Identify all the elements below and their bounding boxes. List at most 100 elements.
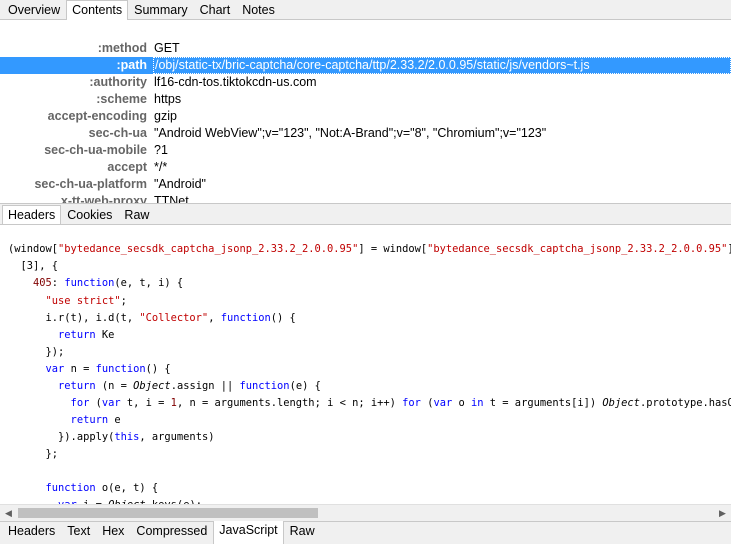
code-token: });: [8, 346, 65, 358]
header-name: :scheme: [96, 92, 147, 106]
code-token: (n =: [95, 380, 134, 392]
tab-overview[interactable]: Overview: [2, 0, 66, 19]
header-value: https: [154, 92, 182, 106]
scrollbar-thumb[interactable]: [18, 508, 318, 518]
header-value: GET: [154, 41, 180, 55]
code-token: this: [114, 431, 140, 443]
header-name: :path: [116, 58, 147, 72]
code-token: var: [101, 397, 121, 409]
header-row[interactable]: sec-ch-ua "Android WebView";v="123", "Not…: [0, 125, 731, 142]
code-token: ] = window[: [358, 243, 428, 255]
code-line: "use strict";: [8, 293, 127, 310]
javascript-code-view[interactable]: (window["bytedance_secsdk_captcha_jsonp_…: [0, 224, 731, 505]
code-token: Ke: [95, 329, 115, 341]
header-name: :authority: [89, 75, 147, 89]
code-token: function: [239, 380, 290, 392]
header-name: x-tt-web-proxy: [60, 194, 147, 203]
response-tab-javascript[interactable]: JavaScript: [213, 521, 284, 544]
code-token: "use strict": [8, 295, 121, 307]
tab-contents[interactable]: Contents: [66, 0, 129, 20]
header-row[interactable]: sec-ch-ua-platform "Android": [0, 176, 731, 193]
tab-chart[interactable]: Chart: [194, 0, 237, 19]
code-token: o: [452, 397, 472, 409]
code-line: return e: [8, 412, 121, 429]
request-tab-raw[interactable]: Raw: [118, 205, 155, 224]
code-line: return Ke: [8, 327, 114, 344]
code-token: "bytedance_secsdk_captcha_jsonp_2.33.2_2…: [58, 243, 359, 255]
code-token: ,: [208, 312, 221, 324]
code-line: });: [8, 344, 65, 361]
code-line: return (n = Object.assign || function(e)…: [8, 378, 321, 395]
code-line: };: [8, 446, 59, 463]
header-row[interactable]: :authority lf16-cdn-tos.tiktokcdn-us.com: [0, 74, 731, 91]
code-token: Object: [602, 397, 640, 409]
request-headers-list[interactable]: :method GET :path/obj/static-tx/bric-captc…: [0, 39, 731, 203]
horizontal-scrollbar[interactable]: ◀ ▶: [0, 504, 731, 521]
request-tab-headers[interactable]: Headers: [2, 205, 62, 225]
response-tab-headers[interactable]: Headers: [2, 522, 61, 543]
tab-summary[interactable]: Summary: [128, 0, 193, 19]
code-token: e: [108, 414, 121, 426]
code-token: "Collector": [139, 312, 209, 324]
header-value: TTNet: [154, 194, 189, 203]
code-token: (: [420, 397, 434, 409]
request-view-tab-bar: Headers Cookies Raw: [0, 203, 731, 225]
code-line: }).apply(this, arguments): [8, 429, 214, 446]
code-token: for: [8, 397, 90, 409]
code-token: , arguments): [139, 431, 215, 443]
code-token: "bytedance_secsdk_captcha_jsonp_2.33.2_2…: [427, 243, 728, 255]
header-value: */*: [154, 160, 168, 174]
header-row[interactable]: sec-ch-ua-mobile ?1: [0, 142, 731, 159]
code-token: ;: [120, 295, 127, 307]
code-token: function: [8, 482, 96, 494]
code-token: () {: [145, 363, 171, 375]
tab-notes[interactable]: Notes: [236, 0, 281, 19]
code-token: n =: [64, 363, 96, 375]
code-token: return: [8, 380, 96, 392]
header-value: "Android WebView";v="123", "Not:A-Brand"…: [154, 126, 547, 140]
header-row[interactable]: accept */*: [0, 159, 731, 176]
scroll-left-arrow-icon[interactable]: ◀: [0, 505, 17, 522]
code-token: .prototype.hasOwnPro: [639, 397, 731, 409]
response-tab-raw[interactable]: Raw: [284, 522, 321, 543]
code-token: () {: [270, 312, 296, 324]
code-line: function o(e, t) {: [8, 480, 159, 497]
code-token: Object: [133, 380, 171, 392]
code-token: i.r(t), i.d(t,: [8, 312, 140, 324]
code-token: t = arguments[i]): [483, 397, 603, 409]
header-value: lf16-cdn-tos.tiktokcdn-us.com: [154, 75, 317, 89]
response-tab-text[interactable]: Text: [61, 522, 96, 543]
code-line: 405: function(e, t, i) {: [8, 275, 183, 292]
header-row[interactable]: x-tt-web-proxy TTNet: [0, 193, 731, 203]
scroll-right-arrow-icon[interactable]: ▶: [714, 505, 731, 522]
code-line: var n = function() {: [8, 361, 171, 378]
header-value: ?1: [154, 143, 168, 157]
code-token: ] ||: [727, 243, 731, 255]
code-token: in: [471, 397, 484, 409]
header-name: :method: [97, 41, 147, 55]
inspector-tab-bar: Overview Contents Summary Chart Notes: [0, 0, 731, 20]
code-line: for (var t, i = 1, n = arguments.length;…: [8, 395, 731, 412]
code-token: .assign ||: [170, 380, 240, 392]
header-row[interactable]: :method GET: [0, 40, 731, 57]
header-value: gzip: [154, 109, 177, 123]
response-tab-compressed[interactable]: Compressed: [130, 522, 213, 543]
code-token: [3], {: [8, 260, 59, 272]
header-row[interactable]: :scheme https: [0, 91, 731, 108]
code-line: i.r(t), i.d(t, "Collector", function() {: [8, 310, 296, 327]
code-token: t, i =: [120, 397, 171, 409]
code-token: , n = arguments.length; i < n; i++): [176, 397, 403, 409]
header-name: accept-encoding: [47, 109, 147, 123]
code-token: :: [51, 277, 65, 289]
header-row[interactable]: :path/obj/static-tx/bric-captcha/core-ca…: [0, 57, 731, 74]
header-name: sec-ch-ua: [88, 126, 147, 140]
code-token: var: [433, 397, 453, 409]
code-token: function: [64, 277, 115, 289]
code-token: (e) {: [289, 380, 321, 392]
header-value: "Android": [154, 177, 206, 191]
response-tab-hex[interactable]: Hex: [96, 522, 130, 543]
code-token: return: [8, 329, 96, 341]
code-token: function: [95, 363, 146, 375]
request-tab-cookies[interactable]: Cookies: [61, 205, 118, 224]
header-row[interactable]: accept-encoding gzip: [0, 108, 731, 125]
